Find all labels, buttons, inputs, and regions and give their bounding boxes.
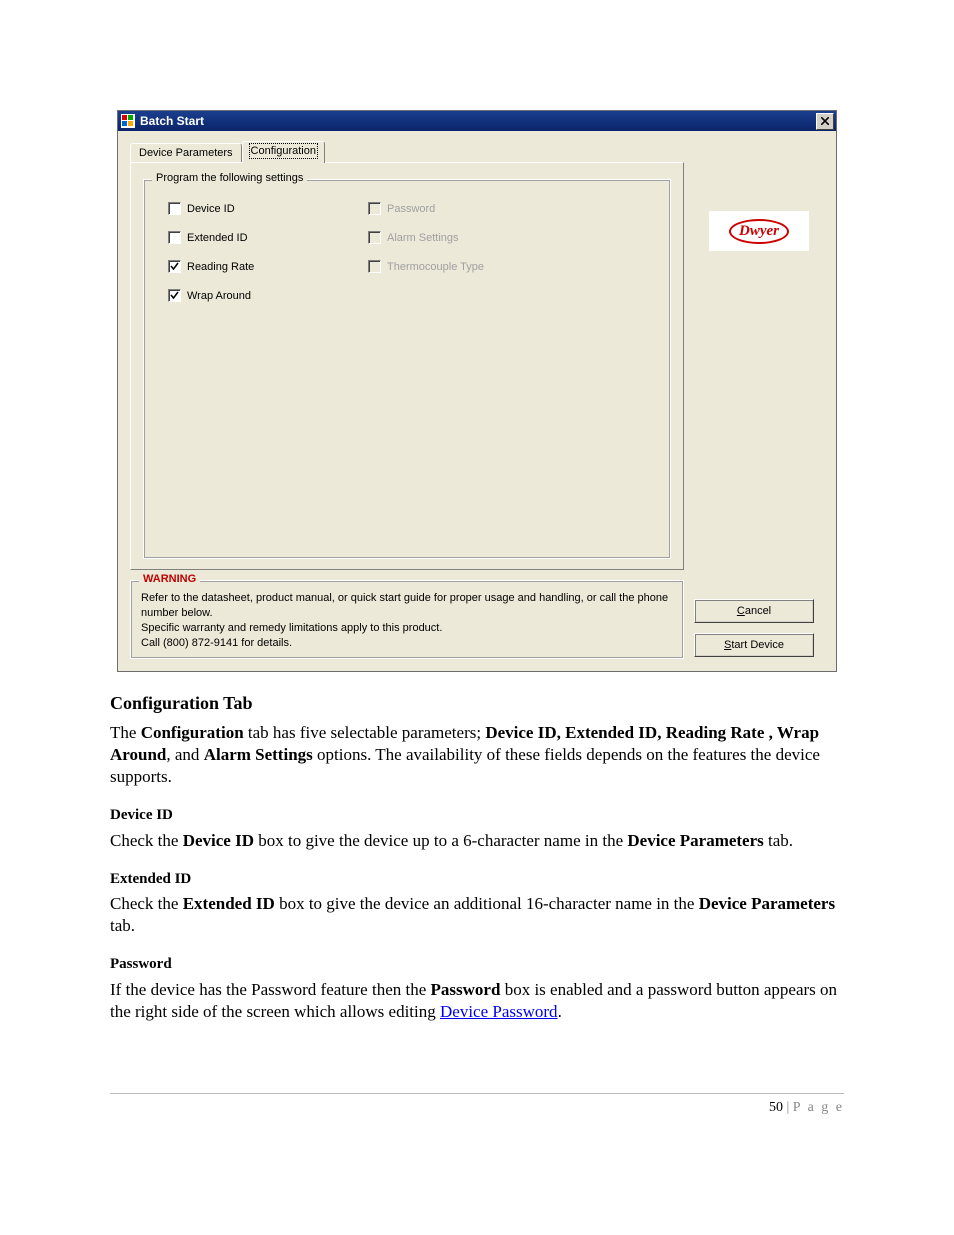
document-body: Configuration Tab The Configuration tab …	[110, 692, 844, 1023]
tab-device-parameters[interactable]: Device Parameters	[130, 143, 242, 162]
checkbox-label: Password	[387, 203, 435, 215]
heading-device-id: Device ID	[110, 806, 844, 826]
checkbox-label: Extended ID	[187, 232, 248, 244]
checkbox-thermocouple-type: Thermocouple Type	[368, 260, 568, 273]
tab-configuration[interactable]: Configuration	[242, 141, 325, 163]
tabs: Device Parameters Configuration	[130, 141, 684, 162]
checkbox-icon	[168, 231, 181, 244]
checkbox-label: Thermocouple Type	[387, 261, 484, 273]
page-footer: 50 | P a g e	[110, 1093, 844, 1116]
tab-content: Program the following settings Device ID…	[130, 162, 684, 570]
checkbox-wrap-around[interactable]: Wrap Around	[168, 289, 368, 302]
warning-groupbox: WARNING Refer to the datasheet, product …	[130, 580, 684, 659]
batch-start-window: Batch Start Device Parameters Configurat…	[117, 110, 837, 672]
cancel-button[interactable]: Cancel	[694, 599, 814, 623]
heading-password: Password	[110, 955, 844, 975]
paragraph: The Configuration tab has five selectabl…	[110, 722, 844, 788]
checkbox-icon	[368, 202, 381, 215]
paragraph: Check the Device ID box to give the devi…	[110, 830, 844, 852]
checkbox-label: Wrap Around	[187, 290, 251, 302]
checkbox-label: Reading Rate	[187, 261, 254, 273]
warning-legend: WARNING	[139, 573, 200, 585]
checkbox-icon	[168, 202, 181, 215]
checkbox-alarm-settings: Alarm Settings	[368, 231, 568, 244]
close-icon[interactable]	[816, 113, 834, 130]
checkbox-device-id[interactable]: Device ID	[168, 202, 368, 215]
link-device-password[interactable]: Device Password	[440, 1002, 558, 1021]
checkbox-icon	[368, 260, 381, 273]
app-icon	[120, 113, 136, 129]
brand-logo: Dwyer	[709, 211, 809, 251]
checkbox-icon	[168, 289, 181, 302]
checkbox-icon	[168, 260, 181, 273]
checkbox-reading-rate[interactable]: Reading Rate	[168, 260, 368, 273]
checkbox-password: Password	[368, 202, 568, 215]
titlebar: Batch Start	[118, 111, 836, 131]
paragraph: If the device has the Password feature t…	[110, 979, 844, 1023]
groupbox-legend: Program the following settings	[152, 172, 307, 184]
warning-text: Refer to the datasheet, product manual, …	[141, 591, 673, 650]
start-device-button[interactable]: Start Device	[694, 633, 814, 657]
checkbox-extended-id[interactable]: Extended ID	[168, 231, 368, 244]
heading-extended-id: Extended ID	[110, 870, 844, 890]
paragraph: Check the Extended ID box to give the de…	[110, 893, 844, 937]
settings-groupbox: Program the following settings Device ID…	[143, 179, 671, 559]
heading-configuration-tab: Configuration Tab	[110, 692, 844, 715]
checkbox-label: Alarm Settings	[387, 232, 459, 244]
checkbox-label: Device ID	[187, 203, 235, 215]
checkbox-icon	[368, 231, 381, 244]
window-title: Batch Start	[140, 114, 816, 128]
